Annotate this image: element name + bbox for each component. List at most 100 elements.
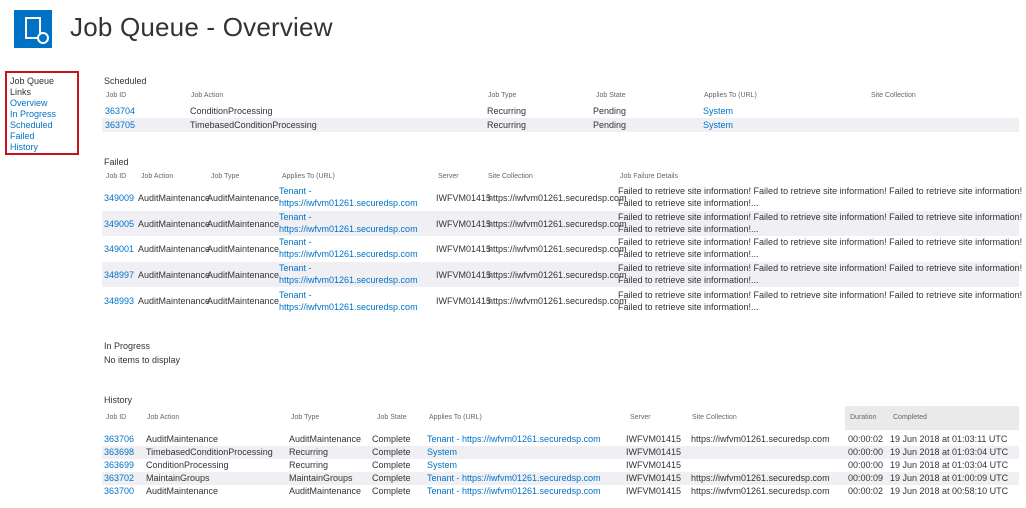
job-action: TimebasedConditionProcessing bbox=[146, 447, 273, 457]
site-collection: https://iwfvm01261.securedsp.com bbox=[691, 434, 830, 444]
history-header-site-collection: Site Collection bbox=[692, 414, 737, 421]
server: IWFVM01415 bbox=[626, 460, 682, 470]
job-type: AuditMaintenance bbox=[207, 270, 280, 280]
server: IWFVM01415 bbox=[626, 473, 682, 483]
completed: 19 Jun 2018 at 01:03:04 UTC bbox=[890, 447, 1009, 457]
server: IWFVM01415 bbox=[436, 296, 492, 306]
job-id-link[interactable]: 363705 bbox=[105, 120, 135, 130]
failed-header-job-id: Job ID bbox=[106, 173, 127, 180]
job-id-link[interactable]: 348997 bbox=[104, 270, 134, 280]
applies-to-link-line2[interactable]: https://iwfvm01261.securedsp.com bbox=[279, 302, 418, 312]
failure-detail-line1: Failed to retrieve site information! Fai… bbox=[618, 186, 1023, 196]
scheduled-header-job-id: Job ID bbox=[106, 92, 127, 99]
applies-to-link[interactable]: Tenant - https://iwfvm01261.securedsp.co… bbox=[427, 434, 601, 444]
empty-message: No items to display bbox=[104, 355, 181, 365]
scheduled-header-applies-to: Applies To (URL) bbox=[704, 92, 757, 99]
applies-to-link[interactable]: System bbox=[703, 106, 733, 116]
applies-to-link[interactable]: Tenant - https://iwfvm01261.securedsp.co… bbox=[427, 486, 601, 496]
scheduled-header-site-collection: Site Collection bbox=[871, 92, 916, 99]
duration: 00:00:00 bbox=[848, 460, 884, 470]
server: IWFVM01415 bbox=[436, 270, 492, 280]
job-id-link[interactable]: 349009 bbox=[104, 193, 134, 203]
job-action: AuditMaintenance bbox=[146, 434, 219, 444]
job-action: AuditMaintenance bbox=[138, 296, 211, 306]
nav-link-in-progress[interactable]: In Progress bbox=[10, 109, 74, 120]
duration: 00:00:09 bbox=[848, 473, 884, 483]
nav-link-history[interactable]: History bbox=[10, 142, 74, 153]
failed-header-server: Server bbox=[438, 173, 459, 180]
job-type: AuditMaintenance bbox=[289, 434, 362, 444]
page-title: Job Queue - Overview bbox=[70, 12, 333, 42]
applies-to-link-line1[interactable]: Tenant - bbox=[279, 290, 312, 300]
job-state: Pending bbox=[593, 106, 627, 116]
applies-to-link[interactable]: System bbox=[427, 447, 457, 457]
server: IWFVM01415 bbox=[626, 486, 682, 496]
job-id-link[interactable]: 363704 bbox=[105, 106, 135, 116]
failure-detail-line1: Failed to retrieve site information! Fai… bbox=[618, 212, 1023, 222]
job-id-link[interactable]: 363706 bbox=[104, 434, 134, 444]
applies-to-link-line2[interactable]: https://iwfvm01261.securedsp.com bbox=[279, 275, 418, 285]
applies-to-link-line1[interactable]: Tenant - bbox=[279, 263, 312, 273]
nav-link-overview[interactable]: Overview bbox=[10, 98, 74, 109]
job-id-link[interactable]: 349005 bbox=[104, 219, 134, 229]
job-state: Pending bbox=[593, 120, 627, 130]
failed-header-applies-to: Applies To (URL) bbox=[282, 173, 335, 180]
job-action: AuditMaintenance bbox=[138, 244, 211, 254]
job-type: Recurring bbox=[487, 106, 527, 116]
site-collection: https://iwfvm01261.securedsp.com bbox=[488, 219, 627, 229]
job-queue-links-nav: Job Queue Links Overview In Progress Sch… bbox=[5, 71, 79, 155]
job-type: AuditMaintenance bbox=[207, 219, 280, 229]
applies-to-link-line2[interactable]: https://iwfvm01261.securedsp.com bbox=[279, 224, 418, 234]
job-action: TimebasedConditionProcessing bbox=[190, 120, 317, 130]
duration: 00:00:00 bbox=[848, 447, 884, 457]
history-header-job-id: Job ID bbox=[106, 414, 127, 421]
job-action: AuditMaintenance bbox=[138, 270, 211, 280]
job-action: ConditionProcessing bbox=[146, 460, 229, 470]
scheduled-header-job-action: Job Action bbox=[191, 92, 224, 99]
job-type: Recurring bbox=[289, 447, 329, 457]
job-id-link[interactable]: 363700 bbox=[104, 486, 134, 496]
completed: 19 Jun 2018 at 01:03:04 UTC bbox=[890, 460, 1009, 470]
nav-link-scheduled[interactable]: Scheduled bbox=[10, 120, 74, 131]
site-collection: https://iwfvm01261.securedsp.com bbox=[488, 244, 627, 254]
job-action: AuditMaintenance bbox=[138, 219, 211, 229]
site-collection: https://iwfvm01261.securedsp.com bbox=[691, 486, 830, 496]
applies-to-link[interactable]: Tenant - https://iwfvm01261.securedsp.co… bbox=[427, 473, 601, 483]
job-state: Complete bbox=[372, 447, 411, 457]
completed: 19 Jun 2018 at 01:00:09 UTC bbox=[890, 473, 1009, 483]
failed-section-title: Failed bbox=[104, 157, 129, 167]
job-state: Complete bbox=[372, 434, 411, 444]
applies-to-link[interactable]: System bbox=[427, 460, 457, 470]
applies-to-link-line2[interactable]: https://iwfvm01261.securedsp.com bbox=[279, 198, 418, 208]
job-id-link[interactable]: 363698 bbox=[104, 447, 134, 457]
applies-to-link-line1[interactable]: Tenant - bbox=[279, 186, 312, 196]
job-id-link[interactable]: 363702 bbox=[104, 473, 134, 483]
scheduled-header-job-state: Job State bbox=[596, 92, 626, 99]
applies-to-link-line1[interactable]: Tenant - bbox=[279, 212, 312, 222]
job-type: Recurring bbox=[289, 460, 329, 470]
failure-detail-line2: Failed to retrieve site information!... bbox=[618, 224, 759, 234]
job-action: AuditMaintenance bbox=[138, 193, 211, 203]
applies-to-link[interactable]: System bbox=[703, 120, 733, 130]
history-header-applies-to: Applies To (URL) bbox=[429, 414, 482, 421]
server: IWFVM01415 bbox=[436, 193, 492, 203]
job-state: Complete bbox=[372, 460, 411, 470]
nav-link-failed[interactable]: Failed bbox=[10, 131, 74, 142]
history-header-server: Server bbox=[630, 414, 651, 421]
job-state: Complete bbox=[372, 473, 411, 483]
job-action: ConditionProcessing bbox=[190, 106, 273, 116]
failure-detail-line1: Failed to retrieve site information! Fai… bbox=[618, 263, 1023, 273]
duration: 00:00:02 bbox=[848, 486, 884, 496]
applies-to-link-line1[interactable]: Tenant - bbox=[279, 237, 312, 247]
job-id-link[interactable]: 349001 bbox=[104, 244, 134, 254]
history-header-completed: Completed bbox=[893, 414, 927, 421]
scheduled-header-job-type: Job Type bbox=[488, 92, 517, 99]
nav-heading: Job Queue Links bbox=[10, 76, 55, 97]
app-logo-icon bbox=[14, 10, 52, 48]
job-id-link[interactable]: 348993 bbox=[104, 296, 134, 306]
job-id-link[interactable]: 363699 bbox=[104, 460, 134, 470]
applies-to-link-line2[interactable]: https://iwfvm01261.securedsp.com bbox=[279, 249, 418, 259]
history-header-job-type: Job Type bbox=[291, 414, 320, 421]
completed: 19 Jun 2018 at 01:03:11 UTC bbox=[890, 434, 1008, 444]
person-icon bbox=[37, 32, 49, 44]
